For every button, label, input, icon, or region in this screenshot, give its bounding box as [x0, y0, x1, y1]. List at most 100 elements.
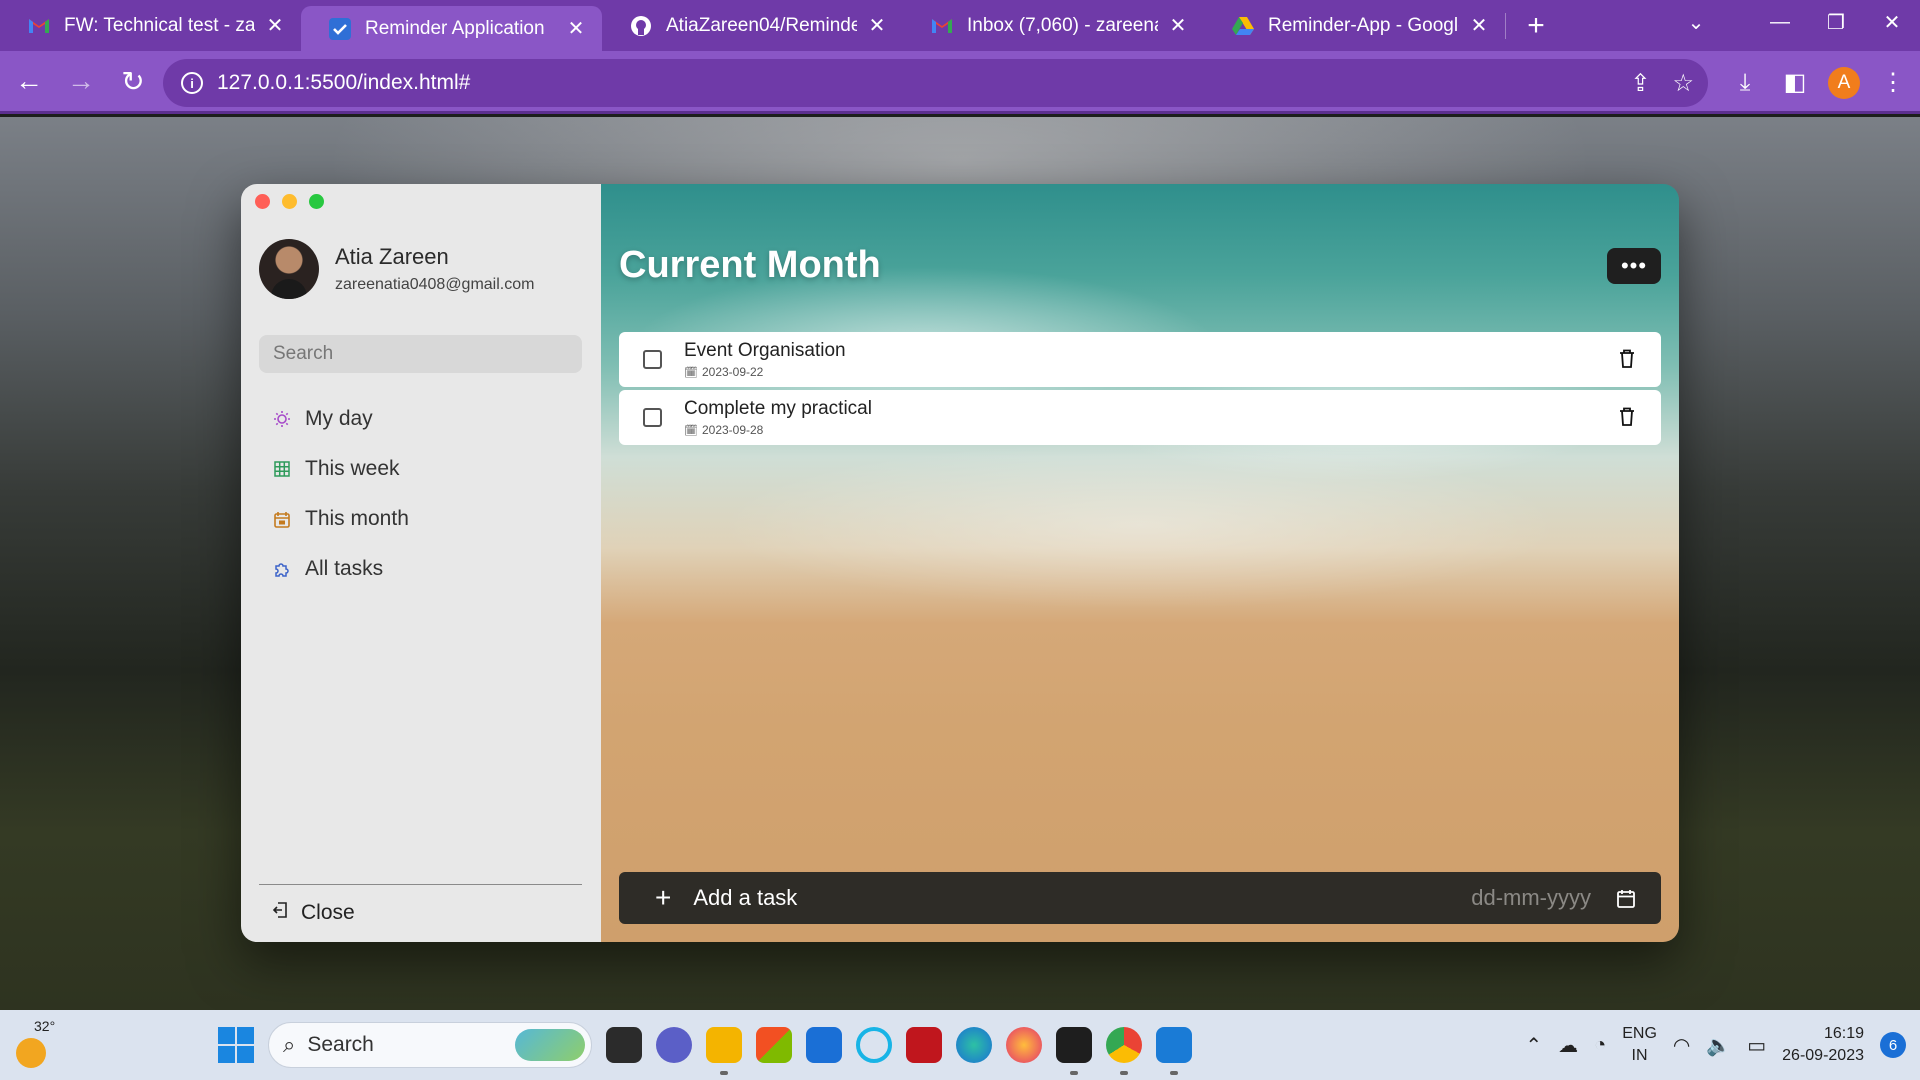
calendar-picker-icon[interactable] [1617, 889, 1635, 908]
close-tab-icon[interactable]: ✕ [865, 13, 889, 38]
terminal-icon[interactable] [1056, 1027, 1092, 1075]
tab-search-chevron-icon[interactable]: ⌄ [1668, 0, 1724, 44]
tab-gmail-inbox[interactable]: Inbox (7,060) - zareenatia ✕ [903, 0, 1204, 51]
l-app-icon[interactable] [806, 1027, 842, 1063]
share-icon[interactable]: ⇪ [1630, 69, 1650, 98]
volume-icon[interactable]: 🔈 [1706, 1033, 1731, 1058]
plus-icon[interactable]: + [655, 882, 671, 914]
browser-tab-strip: FW: Technical test - zareen ✕ Reminder A… [0, 0, 1920, 51]
taskbar-search-label: Search [307, 1033, 374, 1056]
store-icon[interactable] [756, 1027, 792, 1063]
sidebar-item-this-month[interactable]: This month [271, 494, 409, 544]
new-tab-button[interactable]: + [1514, 4, 1558, 48]
chevron-up-icon[interactable]: ⌃ [1525, 1033, 1542, 1058]
close-button[interactable]: Close [271, 892, 355, 934]
due-date-input[interactable]: dd-mm-yyyy [1471, 885, 1591, 911]
yellow-dot[interactable] [282, 194, 297, 209]
time-text: 16:19 [1823, 1025, 1864, 1042]
teams-icon[interactable] [656, 1027, 692, 1063]
grid-icon [271, 461, 293, 477]
drive-icon [1232, 15, 1254, 37]
user-profile: Atia Zareen zareenatia0408@gmail.com [259, 239, 534, 299]
close-tab-icon[interactable]: ✕ [564, 16, 588, 41]
notification-badge[interactable]: 6 [1880, 1032, 1906, 1058]
search-icon: ⌕ [283, 1032, 296, 1057]
region-code: IN [1631, 1047, 1648, 1064]
sidebar-item-this-week[interactable]: This week [271, 444, 409, 494]
windows-start-icon[interactable] [218, 1027, 254, 1063]
calendar-icon [271, 511, 293, 528]
mcafee-icon[interactable] [906, 1027, 942, 1063]
bookmark-star-icon[interactable]: ☆ [1672, 69, 1694, 98]
trash-icon[interactable] [1617, 348, 1637, 370]
sidebar-item-all-tasks[interactable]: All tasks [271, 544, 409, 594]
sidebar-item-my-day[interactable]: My day [271, 394, 409, 444]
trash-icon[interactable] [1617, 406, 1637, 428]
tab-gmail-technical-test[interactable]: FW: Technical test - zareen ✕ [0, 0, 301, 51]
browser-toolbar: ← → ↻ i 127.0.0.1:5500/index.html# ⇪ ☆ ⤓… [0, 51, 1920, 114]
side-panel-icon[interactable]: ◧ [1778, 66, 1812, 100]
sidebar: Atia Zareen zareenatia0408@gmail.com Sea… [241, 184, 601, 942]
tab-reminder-application[interactable]: Reminder Application ✕ [301, 6, 602, 51]
clock[interactable]: 16:19 26-09-2023 [1782, 1023, 1864, 1067]
task-title: Complete my practical [684, 398, 872, 419]
task-title: Event Organisation [684, 340, 846, 361]
address-bar[interactable]: i 127.0.0.1:5500/index.html# ⇪ ☆ [163, 59, 1708, 107]
sidebar-item-label: This week [305, 457, 400, 480]
weather-widget[interactable]: 32° [12, 1018, 68, 1074]
close-tab-icon[interactable]: ✕ [1166, 13, 1190, 38]
green-dot[interactable] [309, 194, 324, 209]
alexa-icon[interactable] [856, 1027, 892, 1063]
task-view-icon[interactable] [606, 1027, 642, 1063]
tab-github-reminder[interactable]: AtiaZareen04/Reminder-A ✕ [602, 0, 903, 51]
add-task-input[interactable]: Add a task [693, 885, 1471, 911]
cloud-icon[interactable]: ☁ [1558, 1033, 1578, 1058]
url-text[interactable]: 127.0.0.1:5500/index.html# [217, 71, 470, 95]
sidebar-menu: My day This week This month All tasks [271, 394, 409, 594]
sync-icon[interactable]: ◔ [1594, 1034, 1606, 1057]
edge-icon[interactable] [956, 1027, 992, 1063]
calendar-icon: 🗓 [684, 366, 698, 379]
minimize-icon[interactable]: — [1752, 0, 1808, 44]
tab-google-drive[interactable]: Reminder-App - Google D ✕ [1204, 0, 1505, 51]
task-checkbox[interactable] [643, 350, 662, 369]
download-icon[interactable]: ⤓ [1728, 66, 1762, 100]
check-icon [329, 17, 351, 40]
task-date: 🗓 2023-09-22 [684, 365, 846, 379]
task-checkbox[interactable] [643, 408, 662, 427]
github-icon [630, 15, 652, 37]
more-options-button[interactable]: ••• [1607, 248, 1661, 284]
profile-avatar[interactable]: A [1828, 66, 1860, 99]
reminder-app-window: Atia Zareen zareenatia0408@gmail.com Sea… [241, 184, 1679, 942]
sidebar-item-label: All tasks [305, 557, 384, 580]
os-taskbar: 32° ⌕ Search ⌃ ☁ ◔ ENG IN ◠ 🔈 ▭ 16:19 26… [0, 1010, 1920, 1080]
main-panel: Current Month ••• Event Organisation 🗓 2… [601, 184, 1679, 942]
vscode-icon[interactable] [1156, 1027, 1192, 1075]
chrome-icon[interactable] [1106, 1027, 1142, 1075]
firefox-icon[interactable] [1006, 1027, 1042, 1063]
kebab-menu-icon[interactable]: ⋮ [1876, 66, 1910, 100]
reload-icon[interactable]: ↻ [110, 58, 156, 104]
close-label: Close [301, 901, 355, 924]
site-info-icon[interactable]: i [181, 72, 203, 94]
search-input[interactable]: Search [259, 335, 582, 373]
calendar-icon: 🗓 [684, 424, 698, 437]
window-close-icon[interactable]: ✕ [1864, 0, 1920, 44]
battery-icon[interactable]: ▭ [1747, 1033, 1766, 1058]
system-tray: ⌃ ☁ ◔ ENG IN ◠ 🔈 ▭ 16:19 26-09-2023 6 [1525, 1010, 1906, 1080]
page-title: Current Month [619, 244, 881, 286]
taskbar-search[interactable]: ⌕ Search [268, 1022, 592, 1068]
restore-icon[interactable]: ❐ [1808, 0, 1864, 44]
wifi-icon[interactable]: ◠ [1673, 1033, 1690, 1058]
task-date: 🗓 2023-09-28 [684, 423, 872, 437]
file-explorer-icon[interactable] [706, 1027, 742, 1075]
back-arrow-icon[interactable]: ← [6, 58, 52, 104]
language-indicator[interactable]: ENG IN [1622, 1023, 1657, 1067]
close-tab-icon[interactable]: ✕ [263, 13, 287, 38]
red-dot[interactable] [255, 194, 270, 209]
forward-arrow-icon[interactable]: → [58, 58, 104, 104]
user-email: zareenatia0408@gmail.com [335, 276, 535, 293]
add-task-bar: + Add a task dd-mm-yyyy [619, 872, 1661, 924]
close-tab-icon[interactable]: ✕ [1467, 13, 1491, 38]
window-dots [255, 194, 324, 209]
